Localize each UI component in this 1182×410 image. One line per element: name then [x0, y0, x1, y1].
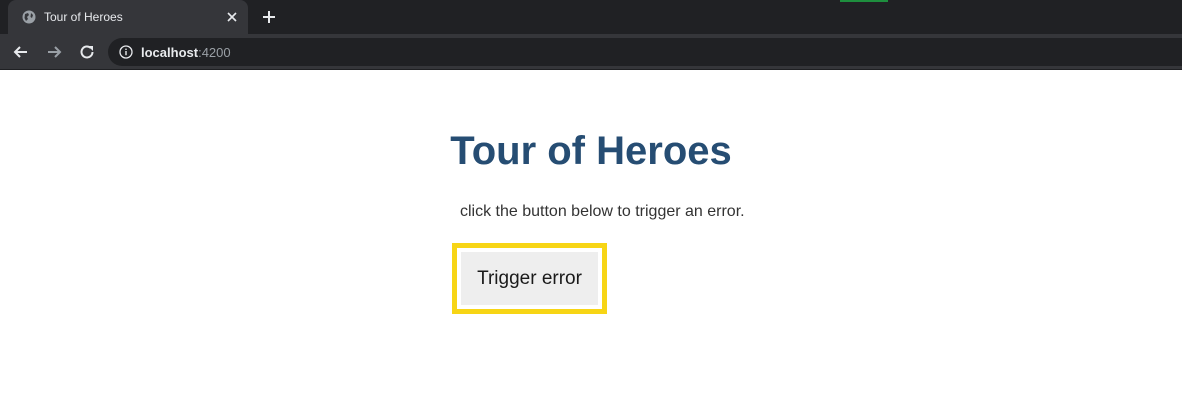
plus-icon[interactable]: [260, 8, 278, 26]
tab-tour-of-heroes[interactable]: Tour of Heroes: [8, 0, 248, 34]
url-text: localhost:4200: [141, 45, 231, 60]
page-content: Tour of Heroes click the button below to…: [0, 71, 1182, 410]
address-bar[interactable]: localhost:4200: [108, 38, 1182, 66]
forward-arrow-icon[interactable]: [44, 42, 64, 62]
globe-icon: [22, 10, 36, 24]
url-host: localhost: [141, 45, 199, 60]
tab-strip: Tour of Heroes: [0, 0, 1182, 34]
page-title: Tour of Heroes: [450, 129, 732, 173]
url-port: :4200: [198, 45, 231, 60]
instruction-text: click the button below to trigger an err…: [460, 203, 745, 220]
info-icon[interactable]: [119, 45, 133, 59]
back-arrow-icon[interactable]: [11, 42, 31, 62]
trigger-error-button[interactable]: Trigger error: [461, 252, 598, 305]
tab-title: Tour of Heroes: [44, 10, 123, 24]
browser-toolbar: localhost:4200: [0, 34, 1182, 70]
accent-indicator: [840, 0, 888, 2]
reload-icon[interactable]: [77, 42, 97, 62]
close-icon[interactable]: [224, 9, 240, 25]
